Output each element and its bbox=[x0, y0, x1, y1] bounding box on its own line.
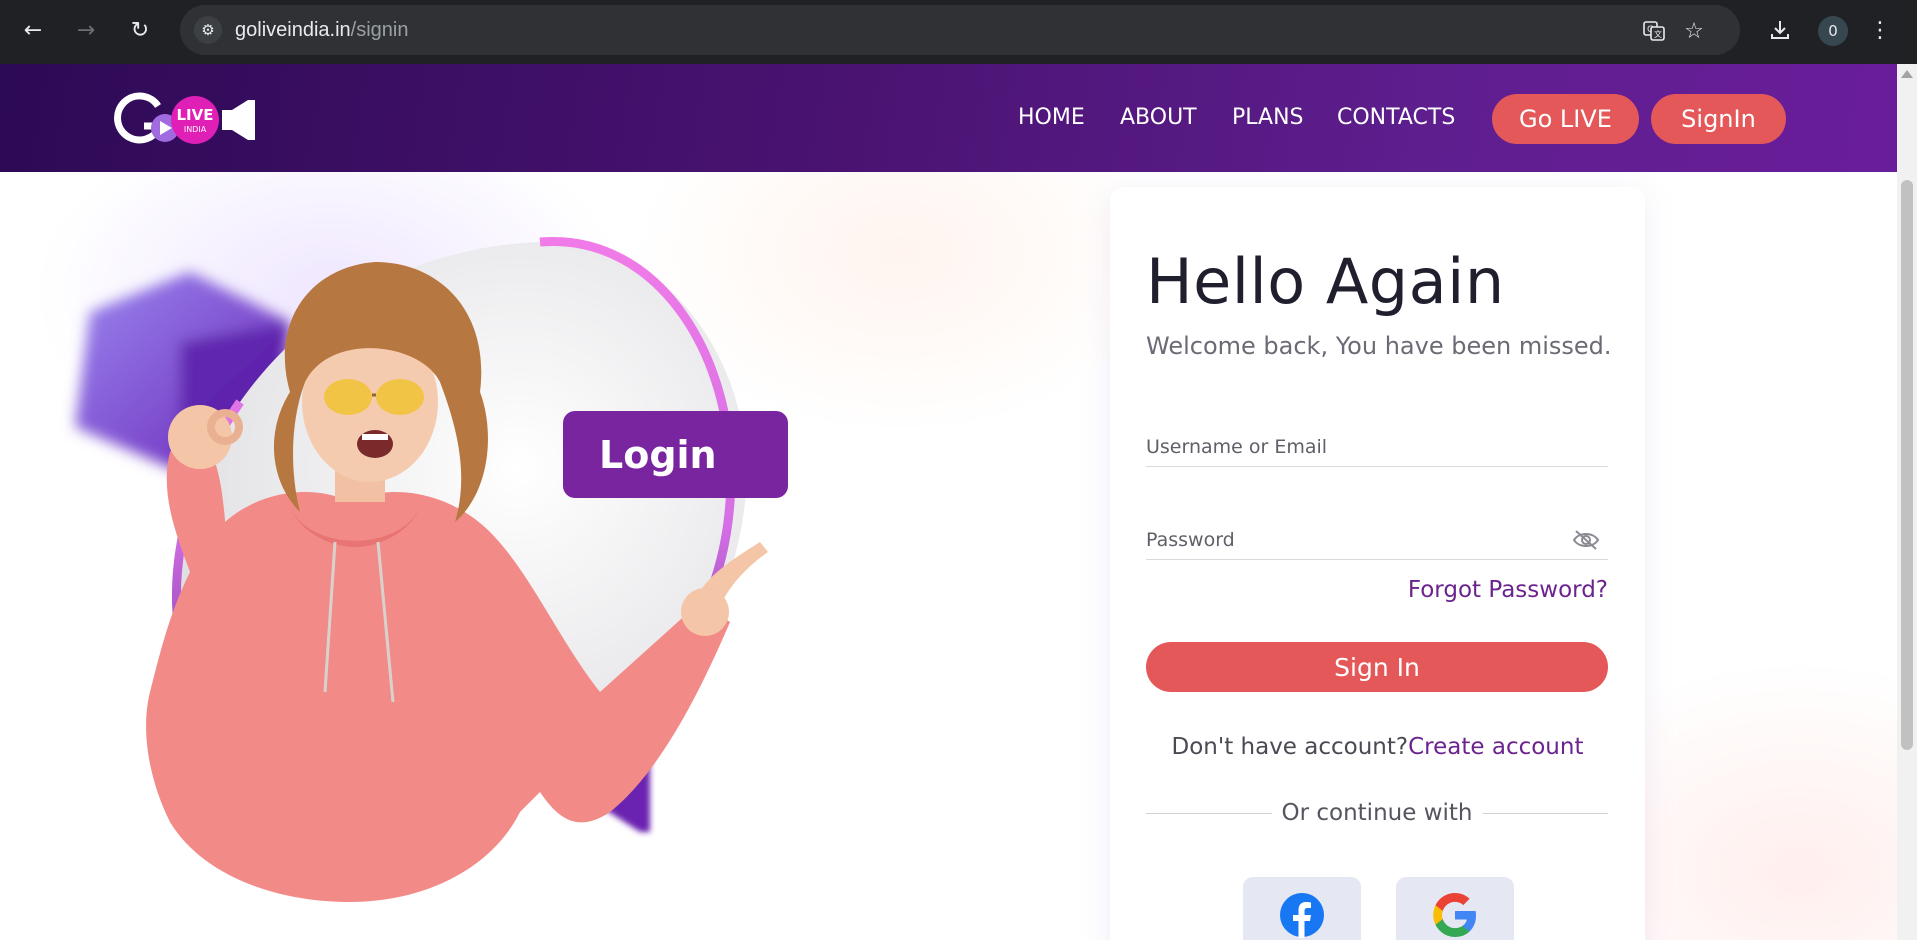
google-icon bbox=[1433, 893, 1476, 937]
divider-line-right bbox=[1482, 812, 1608, 814]
signup-prompt: Don't have account?Create account bbox=[1110, 734, 1645, 760]
star-icon[interactable]: ☆ bbox=[1680, 17, 1708, 45]
sunglasses bbox=[324, 379, 372, 415]
url-host: goliveindia.in bbox=[235, 19, 351, 41]
eye-off-icon[interactable] bbox=[1572, 528, 1600, 552]
hero-artwork bbox=[75, 237, 768, 902]
google-login-button[interactable] bbox=[1396, 877, 1514, 940]
download-icon[interactable] bbox=[1762, 12, 1798, 48]
reload-icon[interactable]: ↻ bbox=[122, 12, 158, 48]
create-account-link[interactable]: Create account bbox=[1408, 734, 1583, 760]
forgot-password-link[interactable]: Forgot Password? bbox=[1146, 577, 1608, 603]
no-account-text: Don't have account? bbox=[1171, 734, 1409, 760]
username-input[interactable] bbox=[1146, 427, 1608, 466]
social-divider: Or continue with bbox=[1146, 800, 1608, 826]
password-field bbox=[1146, 520, 1608, 560]
scroll-thumb[interactable] bbox=[1901, 180, 1913, 750]
divider-line-left bbox=[1146, 812, 1272, 814]
nav-contacts[interactable]: CONTACTS bbox=[1337, 105, 1455, 130]
header-signin-button[interactable]: SignIn bbox=[1651, 94, 1786, 144]
facebook-icon bbox=[1280, 893, 1324, 938]
scroll-up-icon[interactable] bbox=[1901, 70, 1913, 78]
site-header: LIVE INDIA HOME ABOUT PLANS CONTACTS Go … bbox=[0, 64, 1897, 172]
address-bar[interactable]: ⚙ goliveindia.in/signin G文 ☆ bbox=[180, 5, 1740, 55]
logo-india-text: INDIA bbox=[184, 125, 207, 134]
url-path: /signin bbox=[350, 19, 409, 41]
profile-avatar[interactable]: 0 bbox=[1818, 16, 1848, 46]
nav-home[interactable]: HOME bbox=[1018, 105, 1085, 130]
signin-card: Hello Again Welcome back, You have been … bbox=[1110, 187, 1645, 940]
card-title: Hello Again bbox=[1146, 245, 1505, 318]
site-info-icon[interactable]: ⚙ bbox=[194, 16, 222, 44]
more-vert-icon[interactable]: ⋮ bbox=[1869, 12, 1891, 48]
facebook-login-button[interactable] bbox=[1243, 877, 1361, 940]
divider-text: Or continue with bbox=[1281, 800, 1473, 826]
go-live-button[interactable]: Go LIVE bbox=[1492, 94, 1639, 144]
card-subtitle: Welcome back, You have been missed. bbox=[1146, 332, 1612, 360]
page-scrollbar[interactable] bbox=[1897, 64, 1917, 940]
url-text[interactable]: goliveindia.in/signin bbox=[235, 19, 408, 42]
site-logo[interactable]: LIVE INDIA bbox=[110, 92, 260, 148]
svg-text:文: 文 bbox=[1654, 29, 1662, 39]
hero-illustration: Login bbox=[0, 172, 820, 940]
login-tag-label: Login bbox=[563, 411, 788, 498]
translate-icon[interactable]: G文 bbox=[1640, 17, 1668, 45]
username-field bbox=[1146, 427, 1608, 467]
logo-live-text: LIVE bbox=[177, 106, 214, 124]
password-input[interactable] bbox=[1146, 520, 1608, 559]
nav-plans[interactable]: PLANS bbox=[1232, 105, 1304, 130]
back-arrow-icon[interactable]: ← bbox=[15, 12, 51, 48]
signin-page: Login Hello Again Welcome back, You have… bbox=[0, 172, 1897, 940]
forward-arrow-icon[interactable]: → bbox=[68, 12, 104, 48]
nav-about[interactable]: ABOUT bbox=[1120, 105, 1197, 130]
browser-toolbar: ← → ↻ ⚙ goliveindia.in/signin G文 ☆ 0 ⋮ bbox=[0, 0, 1917, 64]
sign-in-button[interactable]: Sign In bbox=[1146, 642, 1608, 692]
